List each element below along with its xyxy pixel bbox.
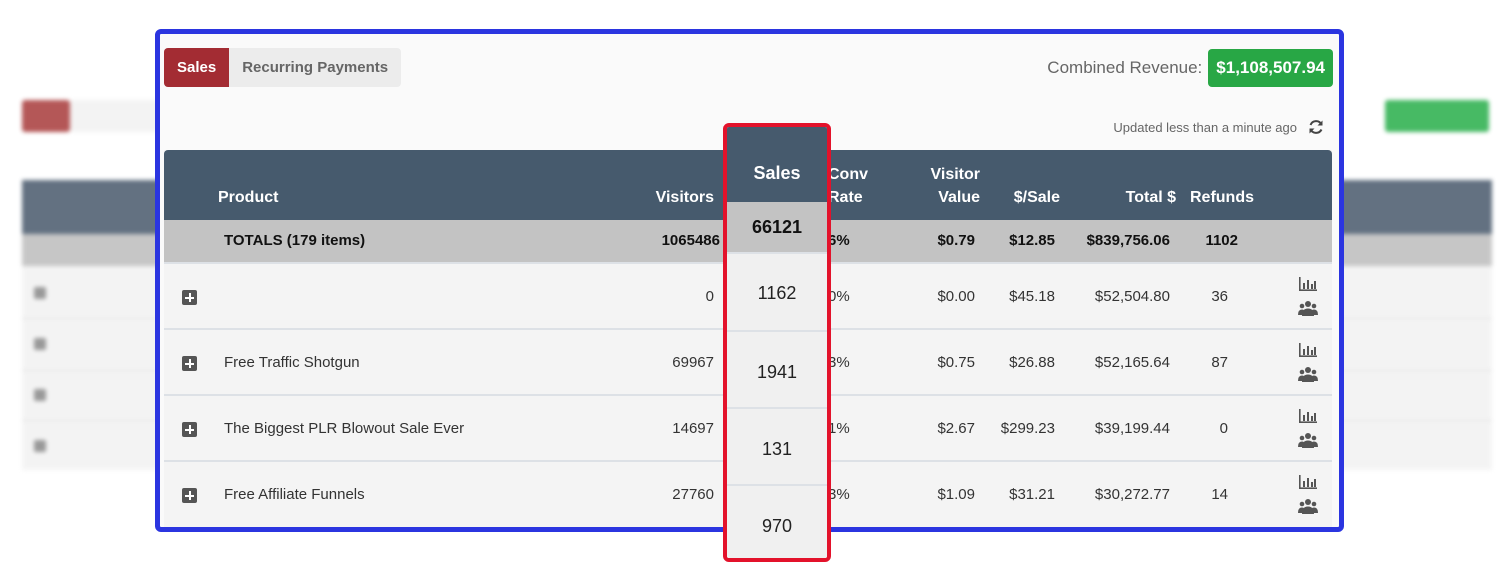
totals-per-sale: $12.85 (1009, 232, 1055, 249)
bg-expand-icon (34, 287, 46, 299)
header-product[interactable]: Product (218, 186, 278, 209)
row-refunds: 87 (1211, 354, 1228, 371)
header-conv-line2[interactable]: Rate (828, 186, 863, 209)
bg-sales-tab (22, 100, 70, 132)
bg-revenue-badge (1385, 100, 1489, 132)
totals-refunds: 1102 (1205, 232, 1238, 249)
row-total: $30,272.77 (1094, 486, 1170, 503)
row-visitors: 0 (705, 288, 714, 305)
row-visitor-value: $1.09 (937, 486, 975, 503)
bg-recurring-tab (70, 100, 160, 132)
row-visitors: 69967 (672, 354, 714, 371)
header-per-sale[interactable]: $/Sale (980, 186, 1060, 209)
bg-expand-icon (34, 389, 46, 401)
totals-visitors: 1065486 (661, 232, 720, 249)
tab-recurring-payments[interactable]: Recurring Payments (229, 48, 402, 87)
row-conv: 0% (828, 288, 850, 305)
row-total: $39,199.44 (1094, 420, 1170, 437)
row-total: $52,165.64 (1094, 354, 1170, 371)
row-conv: 3% (828, 486, 850, 503)
sales-column-highlight: Sales 66121 1162 1941 131 970 (723, 123, 831, 562)
update-status: Updated less than a minute ago (1113, 118, 1325, 136)
bar-chart-icon[interactable] (1298, 342, 1318, 358)
header-conv-line1[interactable]: Conv (828, 163, 868, 186)
expand-icon[interactable] (182, 488, 197, 503)
updated-text: Updated less than a minute ago (1113, 119, 1297, 135)
row-visitor-value: $0.75 (937, 354, 975, 371)
header-visitors[interactable]: Visitors (634, 186, 714, 209)
row-visitor-value: $0.00 (937, 288, 975, 305)
row-product[interactable]: Free Affiliate Funnels (224, 486, 365, 503)
row-product[interactable]: The Biggest PLR Blowout Sale Ever (224, 420, 464, 437)
row-total: $52,504.80 (1094, 288, 1170, 305)
row-refunds: 14 (1211, 486, 1228, 503)
header-refunds[interactable]: Refunds (1190, 186, 1254, 209)
bar-chart-icon[interactable] (1298, 408, 1318, 424)
totals-label: TOTALS (179 items) (224, 232, 366, 249)
row-sales: 131 (727, 407, 827, 484)
users-icon[interactable] (1298, 300, 1318, 316)
row-product[interactable]: Free Traffic Shotgun (224, 354, 360, 371)
users-icon[interactable] (1298, 498, 1318, 514)
row-visitors: 27760 (672, 486, 714, 503)
tab-sales[interactable]: Sales (164, 48, 230, 87)
header-total[interactable]: Total $ (1076, 186, 1176, 209)
row-sales: 970 (727, 484, 827, 558)
users-icon[interactable] (1298, 432, 1318, 448)
totals-sales: 66121 (727, 202, 827, 252)
expand-icon[interactable] (182, 356, 197, 371)
row-visitor-value: $2.67 (937, 420, 975, 437)
row-per-sale: $45.18 (1009, 288, 1055, 305)
row-conv: 1% (828, 420, 850, 437)
row-per-sale: $26.88 (1009, 354, 1055, 371)
combined-revenue: Combined Revenue: $1,108,507.94 (1047, 49, 1333, 87)
row-conv: 3% (828, 354, 850, 371)
users-icon[interactable] (1298, 366, 1318, 382)
totals-total: $839,756.06 (1086, 232, 1170, 249)
bar-chart-icon[interactable] (1298, 276, 1318, 292)
row-refunds: 36 (1211, 288, 1228, 305)
row-per-sale: $299.23 (1000, 420, 1055, 437)
bar-chart-icon[interactable] (1298, 474, 1318, 490)
expand-icon[interactable] (182, 290, 197, 305)
tab-bar: Sales Recurring Payments (164, 48, 402, 87)
header-sales[interactable]: Sales (727, 127, 827, 202)
totals-visitor-value: $0.79 (937, 232, 975, 249)
row-visitors: 14697 (672, 420, 714, 437)
totals-conv: 6% (828, 232, 850, 249)
combined-revenue-label: Combined Revenue: (1047, 58, 1203, 77)
row-sales: 1162 (727, 252, 827, 330)
bg-expand-icon (34, 440, 46, 452)
refresh-icon[interactable] (1307, 118, 1325, 136)
combined-revenue-badge: $1,108,507.94 (1208, 49, 1333, 87)
row-sales: 1941 (727, 330, 827, 407)
bg-expand-icon (34, 338, 46, 350)
header-visitor-line1[interactable]: Visitor (900, 163, 981, 186)
row-per-sale: $31.21 (1009, 486, 1055, 503)
row-refunds: 0 (1219, 420, 1228, 437)
header-visitor-line2[interactable]: Value (900, 186, 980, 209)
expand-icon[interactable] (182, 422, 197, 437)
